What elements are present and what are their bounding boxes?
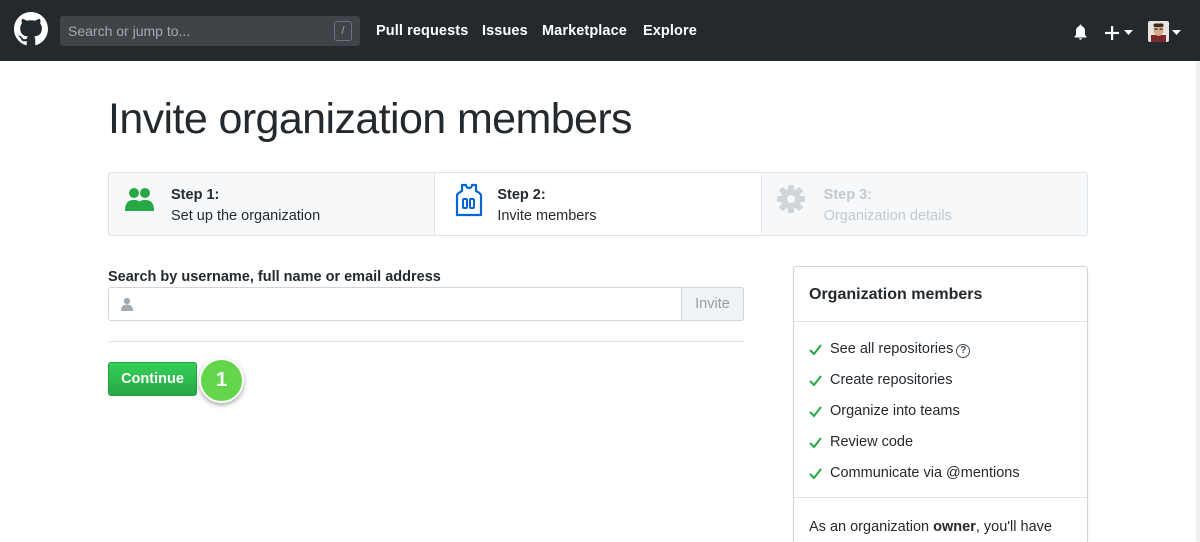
plus-caret-icon[interactable] (1124, 30, 1133, 36)
bell-icon[interactable] (1073, 24, 1088, 40)
step-3-subtitle: Organization details (823, 208, 952, 224)
organization-members-panel: Organization members See all repositorie… (793, 266, 1088, 542)
panel-title: Organization members (809, 286, 983, 303)
jersey-icon (456, 183, 483, 217)
panel-divider (794, 497, 1087, 498)
github-logo-icon[interactable] (14, 12, 48, 46)
search-placeholder: Search or jump to... (68, 23, 191, 39)
slash-shortcut-badge: / (334, 21, 352, 41)
owner-note: As an organization owner, you'll have (809, 516, 1074, 538)
search-members-label: Search by username, full name or email a… (108, 269, 441, 285)
permission-label: Create repositories (830, 372, 953, 388)
permission-label: See all repositories (830, 341, 954, 357)
people-icon (125, 188, 154, 211)
plus-icon[interactable] (1105, 26, 1119, 40)
nav-pull-requests[interactable]: Pull requests (376, 23, 468, 39)
scrollbar[interactable] (1196, 61, 1200, 542)
check-icon (809, 437, 822, 449)
permission-label: Organize into teams (830, 403, 960, 419)
check-icon (809, 375, 822, 387)
member-search-input[interactable] (108, 287, 682, 321)
steps-progress: Step 1: Set up the organization Step 2: … (108, 172, 1088, 236)
check-icon (809, 344, 822, 356)
search-input[interactable]: Search or jump to... / (60, 16, 360, 46)
permission-label: Communicate via @mentions (830, 465, 1020, 481)
panel-header: Organization members (794, 267, 1087, 322)
permission-label: Review code (830, 434, 914, 450)
page-title: Invite organization members (108, 95, 633, 143)
check-icon (809, 468, 822, 480)
step-1-subtitle: Set up the organization (171, 208, 321, 224)
avatar-caret-icon[interactable] (1172, 30, 1181, 36)
gear-icon (776, 185, 805, 213)
nav-marketplace[interactable]: Marketplace (542, 23, 627, 39)
step-3-title: Step 3: (823, 187, 872, 203)
step-2-subtitle: Invite members (497, 208, 597, 224)
step-marker-badge: 1 (199, 358, 244, 403)
invite-button[interactable]: Invite (681, 287, 744, 321)
step-2: Step 2: Invite members (435, 173, 762, 235)
owner-note-prefix: As an organization (809, 519, 934, 535)
top-header: Search or jump to... / Pull requests Iss… (0, 0, 1200, 61)
avatar[interactable] (1148, 21, 1169, 42)
step-2-title: Step 2: (497, 187, 546, 203)
form-divider (108, 341, 744, 342)
question-icon[interactable]: ? (956, 344, 971, 358)
owner-note-suffix: , you'll have (975, 519, 1052, 535)
step-3: Step 3: Organization details (762, 173, 1087, 235)
continue-button[interactable]: Continue (108, 362, 197, 396)
nav-explore[interactable]: Explore (643, 23, 697, 39)
person-icon (121, 297, 133, 311)
step-1-title: Step 1: (171, 187, 220, 203)
owner-note-bold: owner (933, 519, 976, 535)
check-icon (809, 406, 822, 418)
step-1: Step 1: Set up the organization (109, 173, 436, 235)
nav-issues[interactable]: Issues (482, 23, 528, 39)
